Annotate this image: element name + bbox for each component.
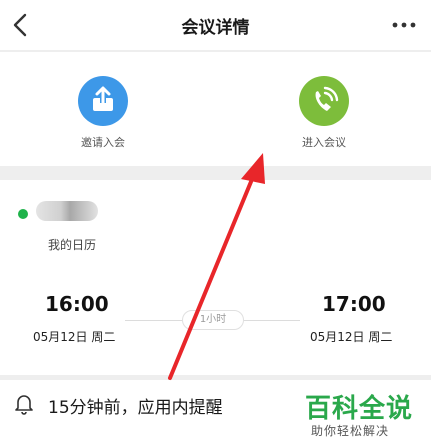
phone-call-icon xyxy=(315,86,339,111)
join-meeting-label: 进入会议 xyxy=(302,136,346,149)
end-date: 05月12日 周二 xyxy=(310,330,393,344)
meeting-actions: 邀请入会 进入会议 xyxy=(0,52,431,166)
watermark-subtitle: 助你轻松解决 xyxy=(311,424,390,438)
blurred-user-name xyxy=(36,201,98,221)
watermark-title: 百科全说 xyxy=(305,394,414,424)
join-circle xyxy=(299,76,349,126)
start-date: 05月12日 周二 xyxy=(33,330,116,344)
duration-badge: 1小时 xyxy=(182,310,244,330)
end-time: 17:00 xyxy=(322,292,386,316)
join-meeting-button[interactable]: 进入会议 xyxy=(269,74,379,158)
page-title: 会议详情 xyxy=(181,18,250,38)
start-time: 16:00 xyxy=(45,292,109,316)
bell-icon xyxy=(15,395,33,415)
more-horizontal-icon xyxy=(392,22,416,28)
invite-label: 邀请入会 xyxy=(81,136,125,149)
invite-circle xyxy=(78,76,128,126)
share-upload-icon xyxy=(93,86,113,111)
calendar-card: 我的日历 16:00 05月12日 周二 1小时 17:00 05月12日 周二 xyxy=(0,180,431,375)
calendar-status-dot xyxy=(18,209,28,219)
calendar-name: 我的日历 xyxy=(48,238,97,252)
header-bar: 会议详情 xyxy=(0,0,431,50)
more-button[interactable] xyxy=(385,13,425,37)
reminder-text: 15分钟前，应用内提醒 xyxy=(48,398,223,418)
invite-button[interactable]: 邀请入会 xyxy=(48,74,158,158)
